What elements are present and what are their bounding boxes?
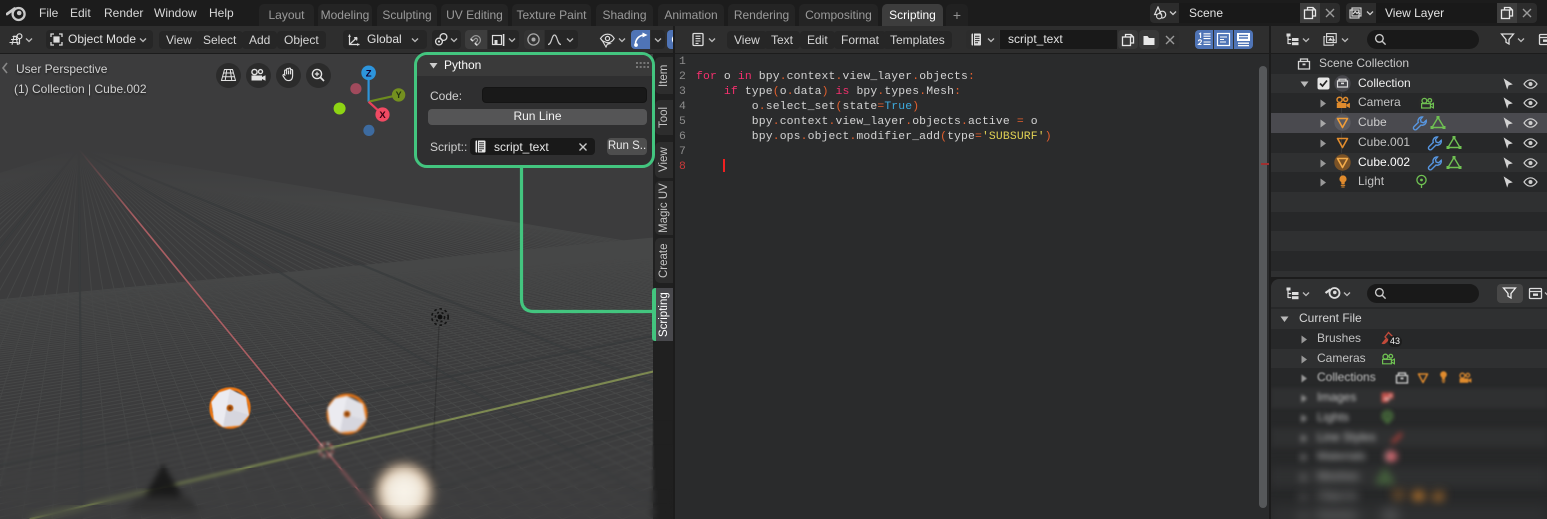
svg-text:Y: Y: [396, 90, 402, 100]
svg-text:X: X: [379, 110, 386, 121]
svg-text:Z: Z: [366, 68, 372, 79]
